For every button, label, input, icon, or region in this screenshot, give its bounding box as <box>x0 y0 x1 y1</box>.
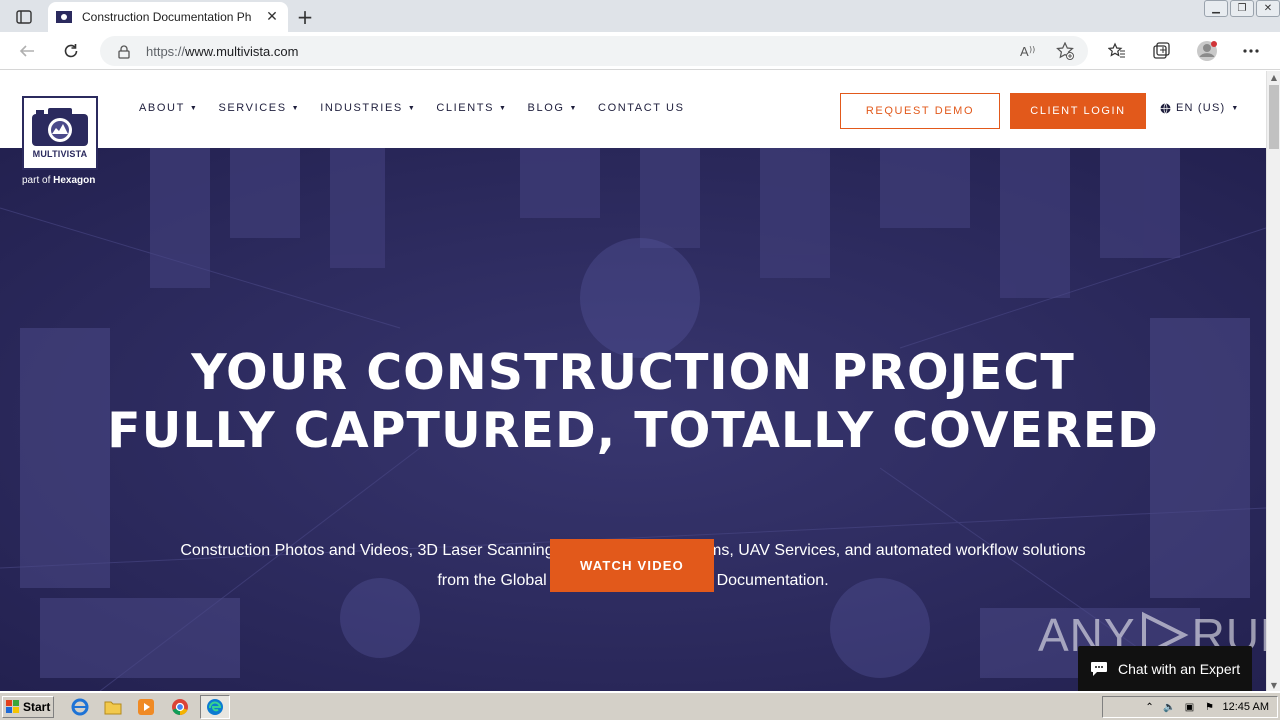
start-label: Start <box>23 700 51 714</box>
new-tab-button[interactable]: + <box>294 5 316 29</box>
windows-taskbar: Start ⌃ 🔈 ▣ ⚑ 12:45 AM <box>0 692 1280 720</box>
network-icon[interactable]: ▣ <box>1183 700 1197 714</box>
browser-tab-bar: Construction Documentation Ph ✕ + ▁ ❐ ✕ <box>0 0 1280 32</box>
watch-video-button[interactable]: WATCH VIDEO <box>550 539 714 592</box>
scrollbar-thumb[interactable] <box>1269 85 1279 149</box>
hero-title-line2: FULLY CAPTURED, TOTALLY COVERED <box>107 402 1159 459</box>
chevron-down-icon: ▼ <box>1231 104 1240 112</box>
scroll-down-icon[interactable]: ▼ <box>1267 679 1280 691</box>
nav-services-label: SERVICES <box>218 102 287 114</box>
tab-actions-icon[interactable] <box>10 6 38 28</box>
close-tab-icon[interactable]: ✕ <box>264 9 280 25</box>
clock[interactable]: 12:45 AM <box>1223 701 1269 713</box>
restore-button[interactable]: ❐ <box>1230 0 1254 17</box>
nav-about[interactable]: ABOUT ▼ <box>139 102 198 114</box>
nav-industries[interactable]: INDUSTRIES ▼ <box>320 102 416 114</box>
chat-bubble-icon <box>1091 661 1107 676</box>
internet-explorer-icon[interactable] <box>70 697 90 717</box>
volume-icon[interactable]: 🔈 <box>1163 700 1177 714</box>
logo-tagline: part of Hexagon <box>22 175 95 186</box>
logo-tagline-brand: Hexagon <box>53 175 96 186</box>
close-window-button[interactable]: ✕ <box>1256 0 1280 17</box>
media-player-icon[interactable] <box>136 697 156 717</box>
collections-icon[interactable] <box>1148 39 1174 63</box>
flag-notification-icon[interactable]: ⚑ <box>1203 700 1217 714</box>
nav-blog-label: BLOG <box>527 102 565 114</box>
add-favorite-icon[interactable] <box>1056 42 1074 60</box>
client-login-button[interactable]: CLIENT LOGIN <box>1010 93 1146 129</box>
nav-services[interactable]: SERVICES ▼ <box>218 102 300 114</box>
site-favicon-icon <box>56 9 72 25</box>
camera-logo-icon <box>32 107 88 146</box>
browser-tab-active[interactable]: Construction Documentation Ph ✕ <box>48 2 288 32</box>
tray-expand-icon[interactable]: ⌃ <box>1143 700 1157 714</box>
nav-industries-label: INDUSTRIES <box>320 102 403 114</box>
chat-with-expert-button[interactable]: Chat with an Expert <box>1078 646 1252 691</box>
chevron-down-icon: ▼ <box>189 104 199 112</box>
nav-about-label: ABOUT <box>139 102 185 114</box>
svg-text:A: A <box>1020 44 1029 58</box>
profile-avatar[interactable] <box>1194 39 1220 63</box>
nav-contact-label: CONTACT US <box>598 102 685 114</box>
refresh-button[interactable] <box>58 39 84 63</box>
more-menu-icon[interactable] <box>1238 39 1264 63</box>
url-text: https://www.multivista.com <box>146 44 298 59</box>
edge-icon[interactable] <box>205 697 225 717</box>
read-aloud-icon[interactable]: A)) <box>1020 42 1038 60</box>
language-selector[interactable]: EN (US) ▼ <box>1160 102 1240 114</box>
browser-toolbar: https://www.multivista.com A)) <box>0 32 1280 70</box>
windows-logo-icon <box>6 700 19 713</box>
page-scrollbar[interactable]: ▲ ▼ <box>1266 71 1280 691</box>
main-navigation: ABOUT ▼ SERVICES ▼ INDUSTRIES ▼ CLIENTS ▼ BL… <box>139 102 705 114</box>
chat-label: Chat with an Expert <box>1118 660 1241 677</box>
chevron-down-icon: ▼ <box>499 104 508 112</box>
chevron-down-icon: ▼ <box>407 104 417 112</box>
nav-blog[interactable]: BLOG ▼ <box>528 102 579 114</box>
window-controls: ▁ ❐ ✕ <box>1202 0 1280 18</box>
globe-icon <box>1160 102 1171 114</box>
minimize-button[interactable]: ▁ <box>1204 0 1228 17</box>
nav-contact[interactable]: CONTACT US <box>598 102 685 114</box>
file-explorer-icon[interactable] <box>103 697 123 717</box>
chevron-down-icon: ▼ <box>569 104 579 112</box>
address-bar[interactable]: https://www.multivista.com A)) <box>100 36 1088 66</box>
nav-clients[interactable]: CLIENTS ▼ <box>436 102 507 114</box>
logo-wordmark: MULTIVISTA <box>32 148 88 159</box>
request-demo-button[interactable]: REQUEST DEMO <box>840 93 1000 129</box>
multivista-logo[interactable]: MULTIVISTA <box>22 96 98 170</box>
lock-icon[interactable] <box>118 44 132 59</box>
favorites-icon[interactable] <box>1104 39 1130 63</box>
logo-tagline-prefix: part of <box>22 175 51 186</box>
url-scheme: https:// <box>146 43 186 59</box>
system-tray: ⌃ 🔈 ▣ ⚑ 12:45 AM <box>1102 696 1278 718</box>
chrome-icon[interactable] <box>170 697 190 717</box>
nav-clients-label: CLIENTS <box>436 102 495 114</box>
language-label: EN (US) <box>1176 102 1226 114</box>
tab-title: Construction Documentation Ph <box>82 10 252 24</box>
web-page: ABOUT ▼ SERVICES ▼ INDUSTRIES ▼ CLIENTS ▼ BL… <box>0 71 1266 691</box>
site-header: ABOUT ▼ SERVICES ▼ INDUSTRIES ▼ CLIENTS ▼ BL… <box>0 71 1266 148</box>
svg-text:)): )) <box>1029 45 1035 54</box>
scroll-up-icon[interactable]: ▲ <box>1267 71 1280 83</box>
start-button[interactable]: Start <box>2 696 54 718</box>
back-button[interactable] <box>14 39 40 63</box>
url-host: www.multivista.com <box>185 43 299 59</box>
hero-title-line1: YOUR CONSTRUCTION PROJECT <box>191 344 1075 401</box>
hero-section: YOUR CONSTRUCTION PROJECT FULLY CAPTURED… <box>0 148 1266 691</box>
chevron-down-icon: ▼ <box>291 104 301 112</box>
